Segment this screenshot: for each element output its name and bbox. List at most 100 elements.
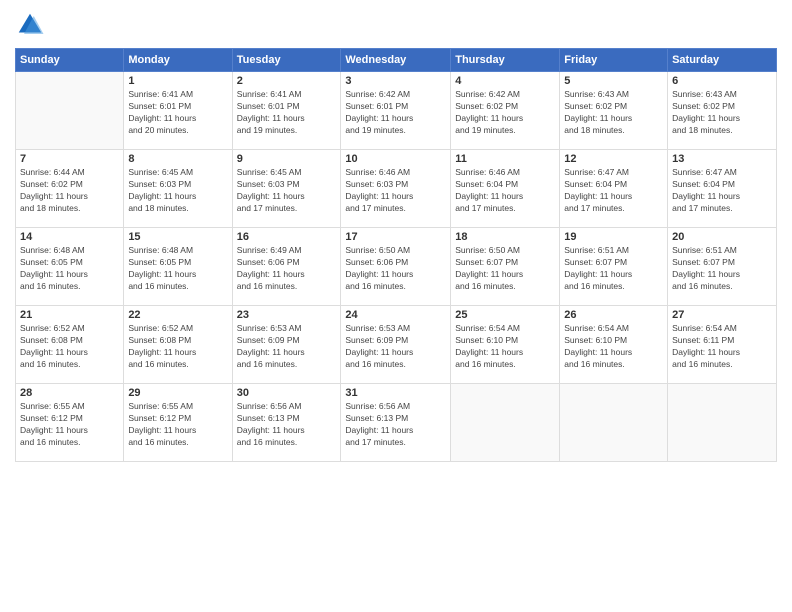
day-info: Sunrise: 6:53 AM Sunset: 6:09 PM Dayligh…	[237, 323, 337, 371]
day-number: 10	[345, 153, 446, 165]
calendar-cell: 27Sunrise: 6:54 AM Sunset: 6:11 PM Dayli…	[668, 306, 777, 384]
calendar-cell: 21Sunrise: 6:52 AM Sunset: 6:08 PM Dayli…	[16, 306, 124, 384]
logo-icon	[15, 10, 45, 40]
calendar-week-row: 28 Sunrise: 6:55 AM Sunset: 6:12 PM Dayli…	[16, 384, 777, 462]
day-number: 12	[564, 153, 663, 165]
calendar-cell: 17 Sunrise: 6:50 AM Sunset: 6:06 PM Dayli…	[341, 228, 451, 306]
day-number: 11	[455, 153, 555, 165]
day-number: 25	[455, 309, 555, 321]
calendar-cell	[16, 72, 124, 150]
day-number: 9	[237, 153, 337, 165]
day-number: 19	[564, 231, 663, 243]
day-number: 7	[20, 153, 119, 165]
weekday-header: Tuesday	[232, 49, 341, 72]
day-info: Sunrise: 6:47 AM Sunset: 6:04 PM Dayligh…	[564, 167, 663, 215]
calendar-cell: 26 Sunrise: 6:54 AM Sunset: 6:10 PM Dayli…	[560, 306, 668, 384]
day-number: 29	[128, 387, 227, 399]
calendar-cell	[560, 384, 668, 462]
calendar-cell: 15 Sunrise: 6:48 AM Sunset: 6:05 PM Dayli…	[124, 228, 232, 306]
calendar-header-row: SundayMondayTuesdayWednesdayThursdayFrid…	[16, 49, 777, 72]
day-number: 31	[345, 387, 446, 399]
day-number: 18	[455, 231, 555, 243]
day-number: 24	[345, 309, 446, 321]
day-number: 15	[128, 231, 227, 243]
weekday-header: Saturday	[668, 49, 777, 72]
day-info: Sunrise: 6:55 AM Sunset: 6:12 PM Dayligh…	[128, 401, 227, 449]
day-number: 4	[455, 75, 555, 87]
day-info: Sunrise: 6:45 AM Sunset: 6:03 PM Dayligh…	[237, 167, 337, 215]
day-number: 16	[237, 231, 337, 243]
calendar-cell: 1Sunrise: 6:41 AM Sunset: 6:01 PM Daylig…	[124, 72, 232, 150]
weekday-header: Friday	[560, 49, 668, 72]
day-info: Sunrise: 6:51 AM Sunset: 6:07 PM Dayligh…	[564, 245, 663, 293]
calendar-week-row: 14 Sunrise: 6:48 AM Sunset: 6:05 PM Dayli…	[16, 228, 777, 306]
calendar-cell: 29 Sunrise: 6:55 AM Sunset: 6:12 PM Dayli…	[124, 384, 232, 462]
weekday-header: Monday	[124, 49, 232, 72]
calendar-week-row: 1Sunrise: 6:41 AM Sunset: 6:01 PM Daylig…	[16, 72, 777, 150]
day-number: 30	[237, 387, 337, 399]
day-number: 27	[672, 309, 772, 321]
calendar-cell: 4Sunrise: 6:42 AM Sunset: 6:02 PM Daylig…	[451, 72, 560, 150]
calendar-cell: 2 Sunrise: 6:41 AM Sunset: 6:01 PM Daylig…	[232, 72, 341, 150]
calendar-cell: 22 Sunrise: 6:52 AM Sunset: 6:08 PM Dayli…	[124, 306, 232, 384]
day-info: Sunrise: 6:48 AM Sunset: 6:05 PM Dayligh…	[128, 245, 227, 293]
day-number: 23	[237, 309, 337, 321]
day-info: Sunrise: 6:50 AM Sunset: 6:07 PM Dayligh…	[455, 245, 555, 293]
day-info: Sunrise: 6:47 AM Sunset: 6:04 PM Dayligh…	[672, 167, 772, 215]
day-info: Sunrise: 6:41 AM Sunset: 6:01 PM Dayligh…	[128, 89, 227, 137]
day-number: 3	[345, 75, 446, 87]
calendar-cell: 23 Sunrise: 6:53 AM Sunset: 6:09 PM Dayli…	[232, 306, 341, 384]
calendar-cell: 30Sunrise: 6:56 AM Sunset: 6:13 PM Dayli…	[232, 384, 341, 462]
calendar-cell: 18 Sunrise: 6:50 AM Sunset: 6:07 PM Dayli…	[451, 228, 560, 306]
calendar-cell: 24 Sunrise: 6:53 AM Sunset: 6:09 PM Dayli…	[341, 306, 451, 384]
calendar-cell	[451, 384, 560, 462]
calendar-cell: 5 Sunrise: 6:43 AM Sunset: 6:02 PM Daylig…	[560, 72, 668, 150]
day-number: 28	[20, 387, 119, 399]
day-info: Sunrise: 6:44 AM Sunset: 6:02 PM Dayligh…	[20, 167, 119, 215]
day-number: 8	[128, 153, 227, 165]
calendar-cell: 20Sunrise: 6:51 AM Sunset: 6:07 PM Dayli…	[668, 228, 777, 306]
calendar-cell: 31 Sunrise: 6:56 AM Sunset: 6:13 PM Dayli…	[341, 384, 451, 462]
day-number: 17	[345, 231, 446, 243]
header	[15, 10, 777, 40]
day-info: Sunrise: 6:46 AM Sunset: 6:03 PM Dayligh…	[345, 167, 446, 215]
calendar-cell: 7 Sunrise: 6:44 AM Sunset: 6:02 PM Daylig…	[16, 150, 124, 228]
day-info: Sunrise: 6:52 AM Sunset: 6:08 PM Dayligh…	[20, 323, 119, 371]
calendar-cell: 16 Sunrise: 6:49 AM Sunset: 6:06 PM Dayli…	[232, 228, 341, 306]
day-number: 2	[237, 75, 337, 87]
day-info: Sunrise: 6:52 AM Sunset: 6:08 PM Dayligh…	[128, 323, 227, 371]
day-number: 22	[128, 309, 227, 321]
calendar-cell: 19 Sunrise: 6:51 AM Sunset: 6:07 PM Dayli…	[560, 228, 668, 306]
day-info: Sunrise: 6:43 AM Sunset: 6:02 PM Dayligh…	[672, 89, 772, 137]
weekday-header: Sunday	[16, 49, 124, 72]
calendar-cell	[668, 384, 777, 462]
weekday-header: Wednesday	[341, 49, 451, 72]
calendar-cell: 14Sunrise: 6:48 AM Sunset: 6:05 PM Dayli…	[16, 228, 124, 306]
weekday-header: Thursday	[451, 49, 560, 72]
calendar-cell: 25 Sunrise: 6:54 AM Sunset: 6:10 PM Dayli…	[451, 306, 560, 384]
calendar-week-row: 21Sunrise: 6:52 AM Sunset: 6:08 PM Dayli…	[16, 306, 777, 384]
day-info: Sunrise: 6:50 AM Sunset: 6:06 PM Dayligh…	[345, 245, 446, 293]
day-info: Sunrise: 6:41 AM Sunset: 6:01 PM Dayligh…	[237, 89, 337, 137]
day-number: 5	[564, 75, 663, 87]
day-number: 20	[672, 231, 772, 243]
day-info: Sunrise: 6:55 AM Sunset: 6:12 PM Dayligh…	[20, 401, 119, 449]
day-info: Sunrise: 6:46 AM Sunset: 6:04 PM Dayligh…	[455, 167, 555, 215]
day-number: 14	[20, 231, 119, 243]
day-number: 26	[564, 309, 663, 321]
day-info: Sunrise: 6:56 AM Sunset: 6:13 PM Dayligh…	[345, 401, 446, 449]
day-info: Sunrise: 6:43 AM Sunset: 6:02 PM Dayligh…	[564, 89, 663, 137]
calendar-cell: 9 Sunrise: 6:45 AM Sunset: 6:03 PM Daylig…	[232, 150, 341, 228]
calendar-cell: 11 Sunrise: 6:46 AM Sunset: 6:04 PM Dayli…	[451, 150, 560, 228]
day-number: 13	[672, 153, 772, 165]
calendar-cell: 10 Sunrise: 6:46 AM Sunset: 6:03 PM Dayli…	[341, 150, 451, 228]
day-info: Sunrise: 6:54 AM Sunset: 6:10 PM Dayligh…	[564, 323, 663, 371]
calendar-cell: 28 Sunrise: 6:55 AM Sunset: 6:12 PM Dayli…	[16, 384, 124, 462]
day-info: Sunrise: 6:49 AM Sunset: 6:06 PM Dayligh…	[237, 245, 337, 293]
page: SundayMondayTuesdayWednesdayThursdayFrid…	[0, 0, 792, 612]
logo	[15, 10, 49, 40]
calendar-cell: 8Sunrise: 6:45 AM Sunset: 6:03 PM Daylig…	[124, 150, 232, 228]
day-number: 6	[672, 75, 772, 87]
day-info: Sunrise: 6:53 AM Sunset: 6:09 PM Dayligh…	[345, 323, 446, 371]
day-info: Sunrise: 6:54 AM Sunset: 6:10 PM Dayligh…	[455, 323, 555, 371]
